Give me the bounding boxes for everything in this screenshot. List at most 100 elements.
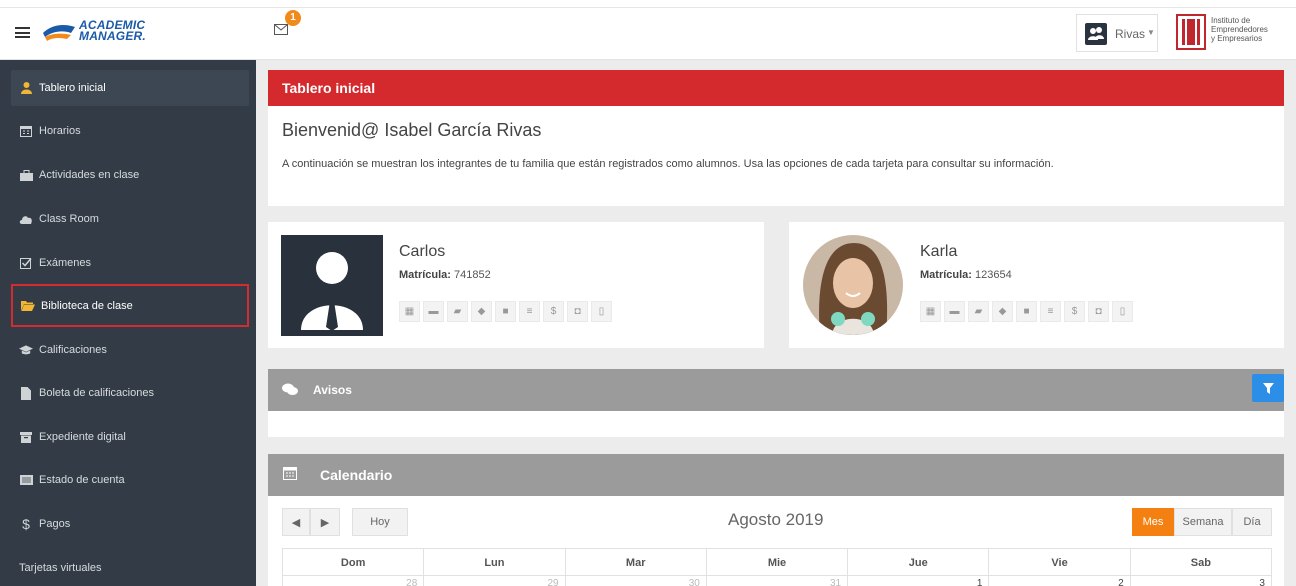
calendar-month-label: Agosto 2019	[728, 510, 824, 529]
graduation-cap-icon[interactable]: ◆	[992, 301, 1013, 322]
next-month-button[interactable]: ▶	[310, 508, 340, 536]
list-icon[interactable]: ≡	[1040, 301, 1061, 322]
document-icon[interactable]: ▯	[1112, 301, 1133, 322]
archive-icon[interactable]: ■	[1016, 301, 1037, 322]
logo-line2: MANAGER.	[79, 29, 146, 43]
calendar-week-row: 28 29 30 31 1 2 3	[282, 576, 1272, 586]
student-photo[interactable]	[802, 235, 904, 336]
calendar-day-cell[interactable]: 2	[989, 576, 1131, 586]
sidebar-item-label: Exámenes	[39, 257, 91, 269]
matricula-value: 741852	[454, 269, 491, 281]
filter-button[interactable]	[1252, 374, 1284, 402]
folder-open-icon	[21, 300, 35, 311]
matricula-label: Matrícula:	[920, 269, 972, 281]
student-photo-placeholder[interactable]	[281, 235, 383, 336]
user-name: Rivas	[1115, 27, 1146, 41]
dollar-icon: $	[22, 516, 30, 532]
archive-icon[interactable]: ■	[495, 301, 516, 322]
calendar-day-cell[interactable]: 28	[283, 576, 425, 586]
file-icon	[19, 386, 33, 400]
graduation-cap-icon[interactable]: ◆	[471, 301, 492, 322]
sidebar-item-expediente[interactable]: Expediente digital	[11, 419, 249, 455]
view-day-button[interactable]: Día	[1232, 508, 1272, 536]
sidebar-item-pagos[interactable]: $ Pagos	[11, 506, 249, 542]
sidebar-item-label: Tarjetas virtuales	[19, 562, 102, 574]
inst-line1: Instituto de	[1211, 16, 1251, 25]
comments-icon	[282, 383, 298, 399]
mail-icon[interactable]	[274, 24, 288, 38]
weekday-label: Dom	[283, 549, 425, 575]
student-matricula: Matrícula: 123654	[920, 269, 1012, 281]
sidebar-item-label: Estado de cuenta	[39, 474, 125, 486]
calendar-day-cell[interactable]: 3	[1131, 576, 1271, 586]
users-icon	[1085, 23, 1107, 45]
student-card-carlos: Carlos Matrícula: 741852 ▦ ▬ ▰ ◆ ■ ≡ $ ◘…	[268, 222, 764, 348]
inst-line3: y Empresarios	[1211, 34, 1263, 43]
sidebar-item-label: Biblioteca de clase	[41, 299, 133, 312]
sidebar-item-tarjetas[interactable]: Tarjetas virtuales	[11, 550, 249, 586]
briefcase-icon[interactable]: ▬	[944, 301, 965, 322]
inst-line2: Emprendedores	[1211, 25, 1268, 34]
camera-icon[interactable]: ◘	[1088, 301, 1109, 322]
briefcase-icon[interactable]: ▬	[423, 301, 444, 322]
sidebar-item-label: Boleta de calificaciones	[39, 387, 154, 399]
weekday-label: Mar	[566, 549, 707, 575]
student-card-karla: Karla Matrícula: 123654 ▦ ▬ ▰ ◆ ■ ≡ $ ◘ …	[789, 222, 1284, 348]
calendar-icon[interactable]: ▦	[920, 301, 941, 322]
folder-open-icon[interactable]: ▰	[447, 301, 468, 322]
calendar-day-cell[interactable]: 30	[566, 576, 707, 586]
folder-open-icon[interactable]: ▰	[968, 301, 989, 322]
chevron-down-icon: ▼	[1147, 28, 1155, 37]
view-month-button[interactable]: Mes	[1132, 508, 1174, 536]
calendar-icon	[283, 466, 297, 483]
sidebar-item-label: Actividades en clase	[39, 169, 140, 181]
weekday-label: Sab	[1190, 557, 1211, 569]
dollar-icon[interactable]: $	[543, 301, 564, 322]
calendar-day-cell[interactable]: 31	[707, 576, 849, 586]
student-actions: ▦ ▬ ▰ ◆ ■ ≡ $ ◘ ▯	[399, 301, 612, 322]
sidebar-item-estado[interactable]: Estado de cuenta	[11, 462, 249, 498]
calendar-day-cell[interactable]: 29	[424, 576, 566, 586]
today-button[interactable]: Hoy	[352, 508, 408, 536]
view-week-button[interactable]: Semana	[1174, 508, 1232, 536]
list-icon[interactable]: ≡	[519, 301, 540, 322]
academic-manager-logo[interactable]: ACADEMIC MANAGER.	[41, 18, 153, 46]
archive-icon	[19, 431, 33, 443]
sidebar-item-classroom[interactable]: Class Room	[11, 201, 249, 237]
checkbox-icon	[19, 257, 33, 269]
sidebar-item-tablero[interactable]: Tablero inicial	[11, 70, 249, 106]
sidebar-item-actividades[interactable]: Actividades en clase	[11, 157, 249, 193]
sidebar-item-label: Calificaciones	[39, 344, 107, 356]
sidebar-item-boleta[interactable]: Boleta de calificaciones	[11, 375, 249, 411]
sidebar-item-biblioteca[interactable]: Biblioteca de clase	[11, 284, 249, 327]
welcome-title: Bienvenid@ Isabel García Rivas	[282, 120, 542, 140]
institution-name: Instituto de Emprendedores y Empresarios	[1211, 16, 1268, 43]
graduation-cap-icon	[19, 345, 33, 355]
calendar-day-cell[interactable]: 1	[848, 576, 990, 586]
sidebar-item-horarios[interactable]: Horarios	[11, 113, 249, 149]
dollar-icon[interactable]: $	[1064, 301, 1085, 322]
prev-month-button[interactable]: ◀	[282, 508, 310, 536]
hamburger-menu-icon[interactable]	[15, 27, 30, 38]
student-name: Karla	[920, 243, 958, 260]
list-icon	[19, 475, 33, 485]
institution-logo	[1176, 14, 1206, 50]
camera-icon[interactable]: ◘	[567, 301, 588, 322]
avisos-title: Avisos	[313, 383, 352, 397]
matricula-label: Matrícula:	[399, 269, 451, 281]
welcome-panel: Bienvenid@ Isabel García Rivas A continu…	[268, 106, 1284, 206]
weekday-label: Vie	[989, 549, 1131, 575]
briefcase-icon	[19, 169, 33, 181]
user-menu[interactable]: Rivas ▼	[1076, 14, 1158, 52]
weekday-label: Jue	[848, 549, 990, 575]
cloud-icon	[19, 214, 33, 224]
calendar-grid: Dom Lun Mar Mie Jue Vie Sab 28 29 30 31 …	[282, 548, 1272, 586]
sidebar-item-examenes[interactable]: Exámenes	[11, 245, 249, 281]
calendar-title: Calendario	[320, 467, 393, 483]
calendar-icon[interactable]: ▦	[399, 301, 420, 322]
student-actions: ▦ ▬ ▰ ◆ ■ ≡ $ ◘ ▯	[920, 301, 1133, 322]
sidebar-item-calificaciones[interactable]: Calificaciones	[11, 332, 249, 368]
mail-badge: 1	[285, 10, 301, 26]
document-icon[interactable]: ▯	[591, 301, 612, 322]
sidebar-item-label: Expediente digital	[39, 431, 126, 443]
